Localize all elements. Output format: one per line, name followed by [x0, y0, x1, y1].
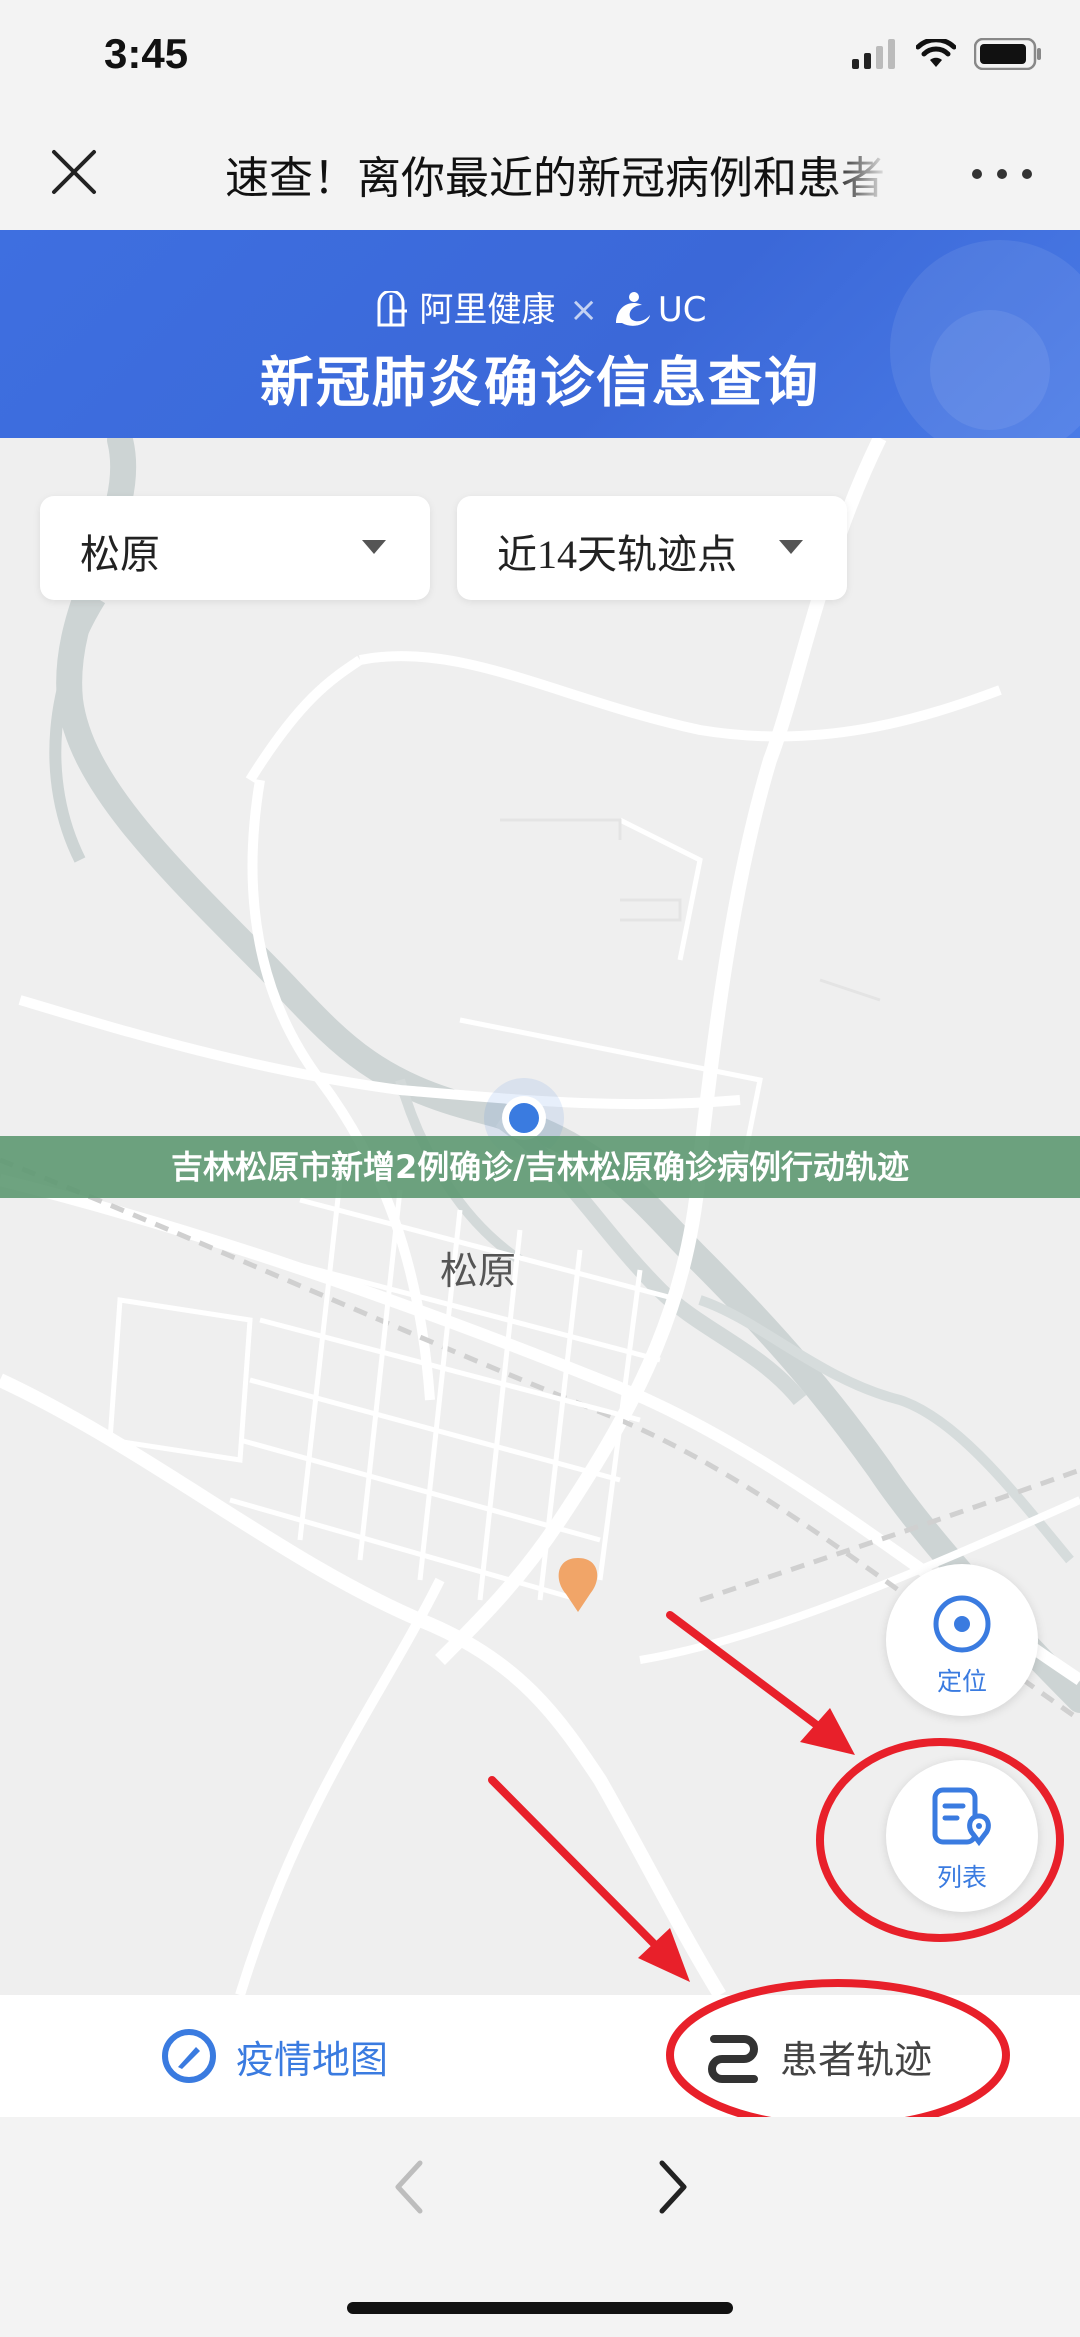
- map-city-label: 松原: [440, 1249, 517, 1293]
- uc-logo-icon: [615, 292, 650, 326]
- wifi-icon: [916, 39, 956, 67]
- home-indicator[interactable]: [347, 2302, 733, 2314]
- brand-line: 阿里健康 × UC: [0, 282, 1080, 331]
- close-icon[interactable]: [48, 146, 100, 198]
- page-title: 速查！离你最近的新冠病例和患者: [225, 153, 885, 204]
- brand-alihealth: 阿里健康: [419, 290, 556, 330]
- period-dropdown-value: 近14天轨迹点: [497, 532, 737, 577]
- brand-uc: UC: [657, 290, 707, 330]
- bottom-tab-bar: 疫情地图 患者轨迹: [0, 1979, 1080, 2131]
- tab-epidemic-map-label: 疫情地图: [236, 2037, 389, 2082]
- case-marker-icon[interactable]: [558, 1558, 598, 1612]
- alihealth-logo-icon: [377, 289, 408, 327]
- title-fade: [830, 140, 890, 200]
- annotation-circle: [666, 1979, 1010, 2131]
- status-time: 3:45: [104, 30, 189, 77]
- period-dropdown[interactable]: 近14天轨迹点: [457, 496, 847, 600]
- caption-overlay: 吉林松原市新增2例确诊/吉林松原确诊病例行动轨迹: [0, 1136, 1080, 1198]
- battery-icon: [974, 38, 1041, 70]
- city-dropdown-value: 松原: [80, 532, 160, 577]
- list-label: 列表: [936, 1863, 987, 1892]
- caret-down-icon: [779, 540, 803, 554]
- header-banner: 阿里健康 × UC 新冠肺炎确诊信息查询: [0, 230, 1080, 438]
- map-view[interactable]: [0, 438, 1080, 1995]
- dot-icon: [1022, 169, 1032, 179]
- cellular-signal-icon: [852, 39, 895, 69]
- compass-icon: [162, 2029, 216, 2083]
- brand-separator: ×: [569, 290, 598, 330]
- dot-icon: [997, 169, 1007, 179]
- dot-icon: [972, 169, 982, 179]
- back-chevron-icon[interactable]: [390, 2157, 430, 2217]
- nav-bar: 速查！离你最近的新冠病例和患者: [0, 118, 1080, 230]
- more-options-button[interactable]: [972, 164, 1032, 184]
- forward-chevron-icon[interactable]: [652, 2157, 692, 2217]
- status-icons: [852, 38, 1042, 70]
- status-bar: 3:45: [0, 0, 1080, 118]
- caret-down-icon: [362, 540, 386, 554]
- list-button[interactable]: 列表: [886, 1760, 1038, 1912]
- list-pin-icon: [932, 1787, 991, 1847]
- tab-epidemic-map[interactable]: 疫情地图: [160, 1995, 388, 2117]
- locate-label: 定位: [936, 1667, 987, 1696]
- locate-button[interactable]: 定位: [886, 1564, 1038, 1716]
- locate-icon: [933, 1595, 991, 1653]
- map-graphics: [0, 438, 1080, 1995]
- banner-title: 新冠肺炎确诊信息查询: [260, 351, 820, 414]
- city-dropdown[interactable]: 松原: [40, 496, 430, 600]
